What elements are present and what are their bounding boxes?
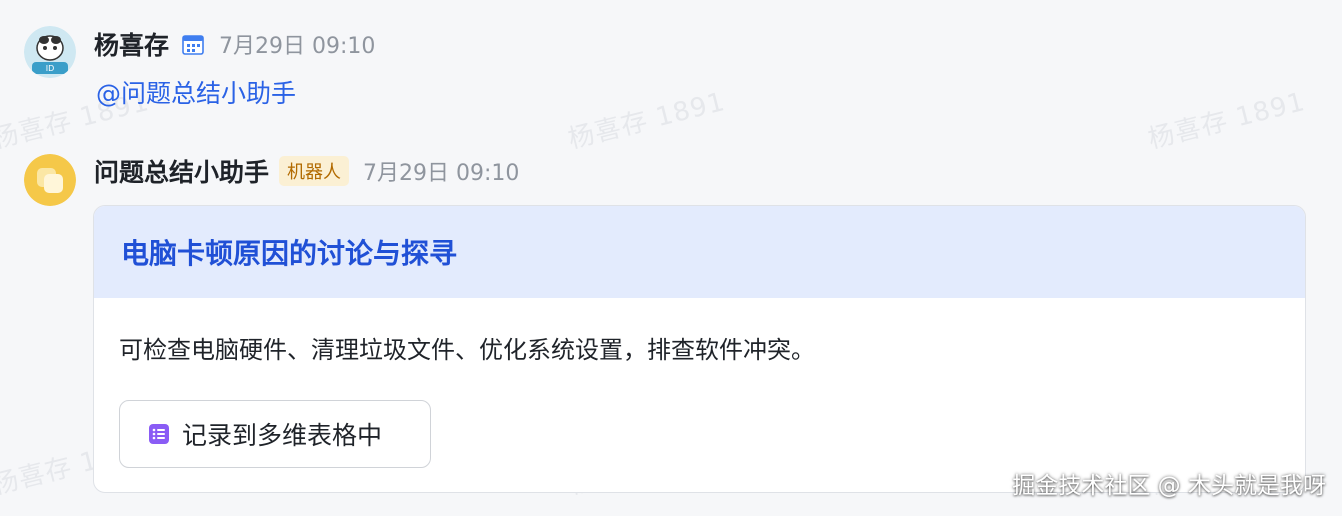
record-to-bitable-button[interactable]: 记录到多维表格中 [119,400,431,468]
watermark: 杨喜存 1891 [565,86,729,155]
sender-name[interactable]: 杨喜存 [94,26,169,62]
bitable-icon [148,423,170,445]
calendar-icon[interactable] [181,32,205,56]
chat-view: 杨喜存 1891 杨喜存 1891 杨喜存 1891 杨喜存 1891 杨喜存 … [0,0,1342,516]
message-time: 7月29日 09:10 [363,161,520,186]
message-time: 7月29日 09:10 [219,34,376,59]
source-watermark: 掘金技术社区 @ 木头就是我呀 [1012,473,1326,499]
bot-badge: 机器人 [279,156,350,186]
svg-text:ID: ID [46,64,55,73]
action-button-label: 记录到多维表格中 [182,421,383,450]
message-card: 电脑卡顿原因的讨论与探寻 可检查电脑硬件、清理垃圾文件、优化系统设置，排查软件冲… [93,205,1306,493]
card-header: 电脑卡顿原因的讨论与探寻 [94,206,1305,298]
card-body-text: 可检查电脑硬件、清理垃圾文件、优化系统设置，排查软件冲突。 [119,336,815,364]
bot-avatar[interactable] [24,154,76,206]
card-title: 电脑卡顿原因的讨论与探寻 [121,237,458,270]
watermark: 杨喜存 1891 [1145,86,1309,155]
user-avatar[interactable]: ID [24,26,76,78]
sender-name[interactable]: 问题总结小助手 [94,153,269,189]
mention-link[interactable]: @问题总结小助手 [96,74,296,110]
